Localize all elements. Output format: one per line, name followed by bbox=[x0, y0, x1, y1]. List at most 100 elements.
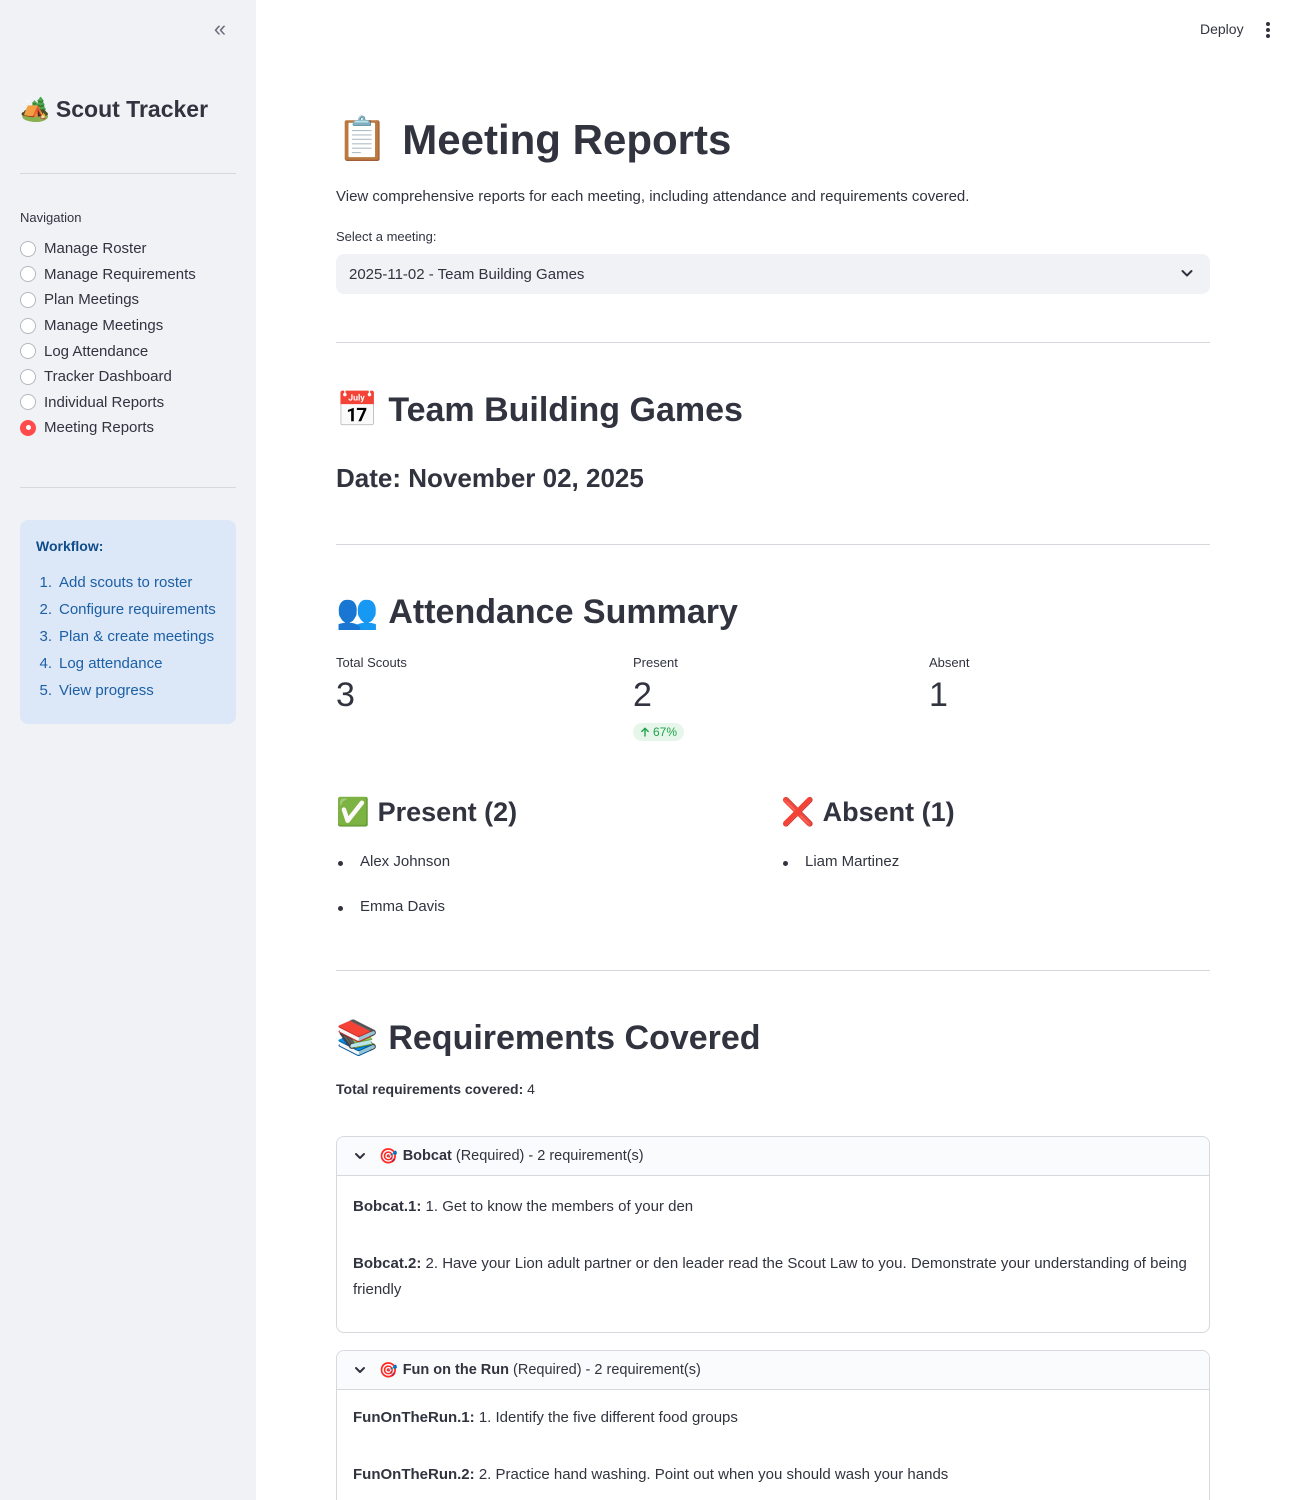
nav-label: Navigation bbox=[20, 210, 82, 225]
requirement-code: FunOnTheRun.2: bbox=[353, 1466, 475, 1483]
workflow-step: 2. Configure requirements bbox=[36, 601, 220, 628]
radio-icon bbox=[20, 240, 36, 257]
list-item: Emma Davis bbox=[336, 898, 450, 943]
requirements-title: Requirements Covered bbox=[388, 1018, 761, 1057]
radio-icon bbox=[20, 368, 36, 385]
present-heading-text: Present (2) bbox=[377, 796, 518, 827]
list-item: Alex Johnson bbox=[336, 853, 450, 898]
books-icon: 📚 bbox=[336, 1019, 379, 1057]
nav-item-label: Manage Roster bbox=[44, 240, 147, 258]
sidebar-divider bbox=[20, 173, 236, 174]
requirement-item: Bobcat.2: 2. Have your Lion adult partne… bbox=[353, 1251, 1193, 1303]
meeting-name: Team Building Games bbox=[388, 390, 743, 429]
target-icon: 🎯 bbox=[379, 1362, 398, 1379]
metric-value: 2 bbox=[633, 676, 652, 714]
chevron-down-icon bbox=[355, 1367, 365, 1373]
metric-delta-value: 67% bbox=[653, 725, 678, 739]
requirement-text: 1. Identify the five different food grou… bbox=[478, 1409, 738, 1426]
step-number: 4. bbox=[39, 655, 52, 672]
nav-item-label: Manage Meetings bbox=[44, 317, 164, 335]
expander-body: FunOnTheRun.1: 1. Identify the five diff… bbox=[337, 1390, 1209, 1500]
absent-list: Liam Martinez bbox=[781, 853, 899, 898]
step-number: 2. bbox=[39, 601, 52, 618]
workflow-step: 4. Log attendance bbox=[36, 655, 220, 682]
nav-item-manage-requirements[interactable]: Manage Requirements bbox=[20, 262, 196, 288]
requirement-code: Bobcat.2: bbox=[353, 1255, 422, 1272]
meeting-select[interactable]: 2025-11-02 - Team Building Games bbox=[336, 254, 1210, 294]
requirement-group-expander: 🎯 Fun on the Run (Required) - 2 requirem… bbox=[336, 1350, 1210, 1500]
group-suffix: (Required) - 2 requirement(s) bbox=[455, 1148, 644, 1164]
bullet-icon bbox=[338, 861, 343, 866]
bullet-icon bbox=[783, 861, 788, 866]
nav-item-manage-roster[interactable]: Manage Roster bbox=[20, 236, 196, 262]
divider bbox=[336, 342, 1210, 343]
absent-heading: ❌ Absent (1) bbox=[781, 796, 955, 828]
page-title: 📋 Meeting Reports bbox=[336, 115, 731, 164]
metric-present: Present 2 67% bbox=[633, 655, 923, 742]
cross-mark-icon: ❌ bbox=[781, 797, 815, 827]
scout-name: Alex Johnson bbox=[360, 853, 451, 870]
requirement-group-expander: 🎯 Bobcat (Required) - 2 requirement(s) B… bbox=[336, 1136, 1210, 1333]
page-title-text: Meeting Reports bbox=[402, 115, 732, 163]
attendance-heading: 👥 Attendance Summary bbox=[336, 592, 738, 632]
chevron-down-icon bbox=[355, 1153, 365, 1159]
divider bbox=[336, 544, 1210, 545]
nav-item-manage-meetings[interactable]: Manage Meetings bbox=[20, 313, 196, 339]
nav-item-label: Meeting Reports bbox=[44, 419, 155, 437]
expander-header[interactable]: 🎯 Fun on the Run (Required) - 2 requirem… bbox=[337, 1351, 1209, 1390]
step-label: Log attendance bbox=[59, 655, 163, 672]
calendar-icon: 📅 bbox=[336, 391, 379, 429]
divider bbox=[336, 970, 1210, 971]
nav-item-plan-meetings[interactable]: Plan Meetings bbox=[20, 287, 196, 313]
page-subtitle: View comprehensive reports for each meet… bbox=[336, 188, 970, 205]
metric-value: 3 bbox=[336, 676, 355, 714]
requirement-code: Bobcat.1: bbox=[353, 1198, 422, 1215]
absent-heading-text: Absent (1) bbox=[822, 796, 955, 827]
app-title: 🏕️ Scout Tracker bbox=[20, 95, 208, 124]
bullet-icon bbox=[338, 906, 343, 911]
radio-icon bbox=[20, 266, 36, 283]
sidebar: « 🏕️ Scout Tracker Navigation Manage Ros… bbox=[0, 0, 256, 1500]
radio-icon bbox=[20, 317, 36, 334]
meeting-select-value: 2025-11-02 - Team Building Games bbox=[349, 265, 585, 283]
app-title-text: Scout Tracker bbox=[55, 96, 209, 122]
nav-item-meeting-reports[interactable]: Meeting Reports bbox=[20, 415, 196, 441]
nav-item-label: Tracker Dashboard bbox=[44, 368, 172, 386]
nav-item-tracker-dashboard[interactable]: Tracker Dashboard bbox=[20, 364, 196, 390]
expander-header[interactable]: 🎯 Bobcat (Required) - 2 requirement(s) bbox=[337, 1137, 1209, 1176]
people-icon: 👥 bbox=[336, 593, 379, 631]
meeting-heading: 📅 Team Building Games bbox=[336, 390, 743, 430]
scout-name: Emma Davis bbox=[360, 898, 446, 915]
step-number: 5. bbox=[39, 682, 52, 699]
nav-radio-group: Manage Roster Manage Requirements Plan M… bbox=[20, 236, 196, 441]
nav-item-log-attendance[interactable]: Log Attendance bbox=[20, 338, 196, 364]
requirement-text: 2. Have your Lion adult partner or den l… bbox=[353, 1255, 1187, 1298]
workflow-title: Workflow: bbox=[36, 538, 104, 554]
main-menu-icon[interactable] bbox=[1258, 18, 1278, 42]
scout-name: Liam Martinez bbox=[805, 853, 900, 870]
radio-selected-icon bbox=[20, 419, 36, 436]
collapse-sidebar-icon[interactable]: « bbox=[208, 18, 232, 42]
requirement-item: FunOnTheRun.1: 1. Identify the five diff… bbox=[353, 1405, 1193, 1431]
chevron-down-icon bbox=[1181, 270, 1193, 277]
workflow-step: 5. View progress bbox=[36, 682, 220, 709]
requirements-heading: 📚 Requirements Covered bbox=[336, 1018, 761, 1058]
group-name: Bobcat bbox=[402, 1148, 452, 1164]
metric-total-scouts: Total Scouts 3 bbox=[336, 655, 626, 715]
arrow-up-icon bbox=[641, 727, 649, 737]
metric-label: Total Scouts bbox=[336, 655, 407, 670]
metric-value: 1 bbox=[929, 676, 948, 714]
list-item: Liam Martinez bbox=[781, 853, 899, 898]
workflow-info-box: Workflow: 1. Add scouts to roster 2. Confi… bbox=[20, 520, 236, 724]
workflow-step: 1. Add scouts to roster bbox=[36, 574, 220, 601]
total-requirements-label: Total requirements covered: bbox=[336, 1081, 524, 1097]
nav-item-individual-reports[interactable]: Individual Reports bbox=[20, 390, 196, 416]
step-number: 1. bbox=[39, 574, 52, 591]
expander-body: Bobcat.1: 1. Get to know the members of … bbox=[337, 1176, 1209, 1332]
radio-icon bbox=[20, 291, 36, 308]
step-number: 3. bbox=[39, 628, 52, 645]
nav-item-label: Plan Meetings bbox=[44, 291, 140, 309]
nav-item-label: Individual Reports bbox=[44, 393, 165, 411]
deploy-button[interactable]: Deploy bbox=[1200, 21, 1244, 37]
total-requirements: Total requirements covered: 4 bbox=[336, 1081, 535, 1097]
